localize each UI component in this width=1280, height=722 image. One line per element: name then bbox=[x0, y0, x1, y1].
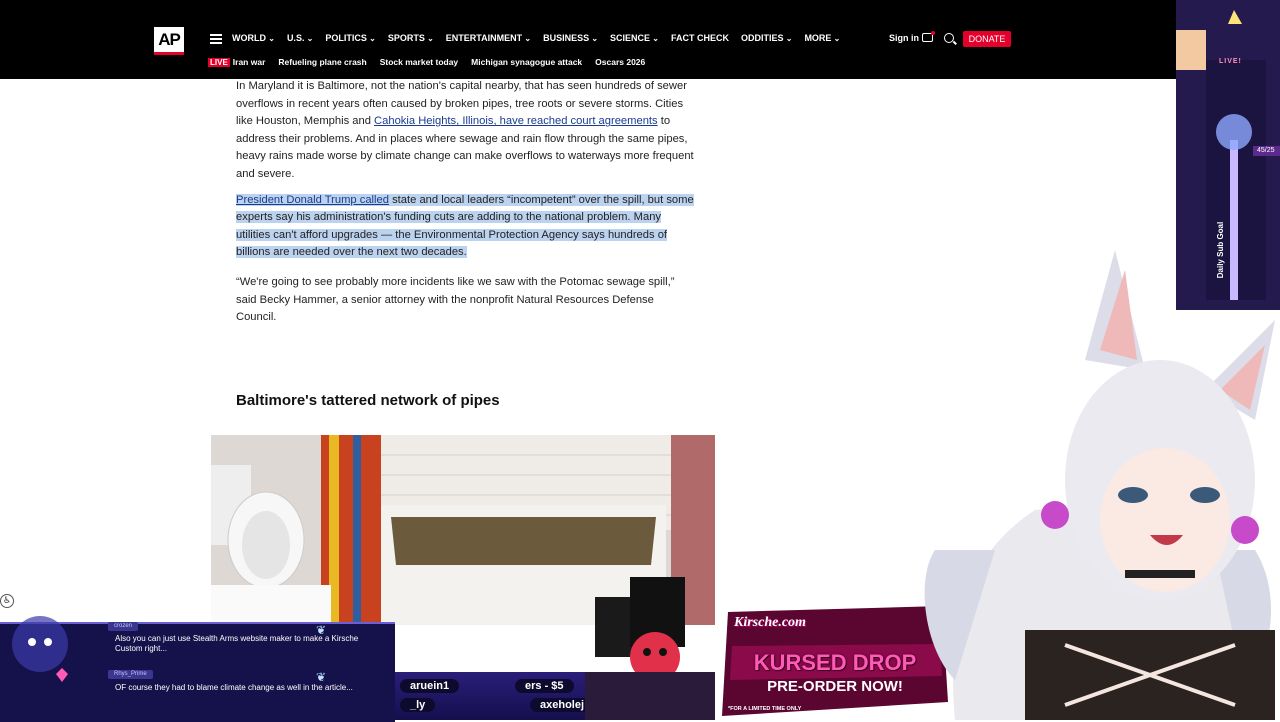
sign-in-link[interactable]: Sign in bbox=[889, 33, 919, 43]
trending-item[interactable]: Michigan synagogue attack bbox=[471, 57, 582, 67]
merch-graphic bbox=[585, 577, 715, 720]
nav-world[interactable]: WORLD bbox=[232, 33, 275, 43]
chat-mascot-icon bbox=[12, 616, 68, 682]
live-indicator: LIVE! bbox=[1219, 58, 1242, 65]
nav-sports[interactable]: SPORTS bbox=[388, 33, 434, 43]
hamburger-menu-icon[interactable] bbox=[210, 34, 222, 44]
trending-item[interactable]: LIVE Iran war bbox=[208, 57, 265, 67]
ticker-item: ers - $5 bbox=[515, 679, 574, 693]
nav-science[interactable]: SCIENCE bbox=[610, 33, 659, 43]
ticker-item: _ly bbox=[400, 698, 436, 712]
nav-business[interactable]: BUSINESS bbox=[543, 33, 598, 43]
site-header: AP WORLD U.S. POLITICS SPORTS ENTERTAINM… bbox=[0, 0, 1280, 79]
nav-politics[interactable]: POLITICS bbox=[325, 33, 375, 43]
article-body: In Maryland it is Baltimore, not the nat… bbox=[236, 78, 696, 335]
ap-logo[interactable]: AP bbox=[154, 27, 184, 55]
notifications-icon[interactable] bbox=[922, 31, 935, 42]
live-badge: LIVE bbox=[208, 58, 230, 67]
paragraph: “We're going to see probably more incide… bbox=[236, 275, 675, 324]
promo-subtitle: PRE-ORDER NOW! bbox=[767, 678, 903, 695]
trending-item[interactable]: Refueling plane crash bbox=[278, 57, 366, 67]
nav-entertainment[interactable]: ENTERTAINMENT bbox=[446, 33, 531, 43]
search-icon[interactable] bbox=[944, 33, 954, 43]
trump-called-link[interactable]: President Donald Trump called bbox=[236, 194, 389, 206]
trending-item[interactable]: Oscars 2026 bbox=[595, 57, 645, 67]
paragraph: In Maryland it is Baltimore, not the nat… bbox=[236, 80, 694, 180]
trending-item[interactable]: Stock market today bbox=[380, 57, 458, 67]
donate-button[interactable]: DONATE bbox=[963, 31, 1011, 47]
section-heading: Baltimore's tattered network of pipes bbox=[236, 392, 500, 409]
chat-username: crozen bbox=[108, 622, 139, 631]
nav-oddities[interactable]: ODDITIES bbox=[741, 33, 792, 43]
main-nav: WORLD U.S. POLITICS SPORTS ENTERTAINMENT… bbox=[232, 33, 852, 43]
paragraph-highlighted: President Donald Trump called state and … bbox=[236, 193, 694, 259]
sub-goal-count: 45/25 bbox=[1253, 146, 1280, 156]
trending-bar: LIVE Iran war Refueling plane crash Stock… bbox=[208, 57, 658, 67]
ticker-item: aruein1 bbox=[400, 679, 460, 693]
chat-message: Also you can just use Stealth Arms websi… bbox=[115, 634, 359, 653]
bow-icon: ❦ bbox=[316, 623, 327, 637]
nav-more[interactable]: MORE bbox=[804, 33, 840, 43]
nav-fact-check[interactable]: FACT CHECK bbox=[671, 33, 729, 43]
nav-us[interactable]: U.S. bbox=[287, 33, 313, 43]
promo-logo: Kirsche.com bbox=[734, 615, 806, 630]
bow-icon: ❦ bbox=[316, 670, 327, 684]
promo-fine-print: *FOR A LIMITED TIME ONLY bbox=[728, 706, 802, 712]
chat-message: OF course they had to blame climate chan… bbox=[115, 683, 353, 692]
vtuber-avatar bbox=[924, 250, 1275, 720]
promo-title: KURSED DROP bbox=[753, 650, 917, 675]
court-agreements-link[interactable]: Cahokia Heights, Illinois, have reached … bbox=[374, 115, 658, 127]
chat-username: Rhys_Prime bbox=[108, 670, 153, 679]
